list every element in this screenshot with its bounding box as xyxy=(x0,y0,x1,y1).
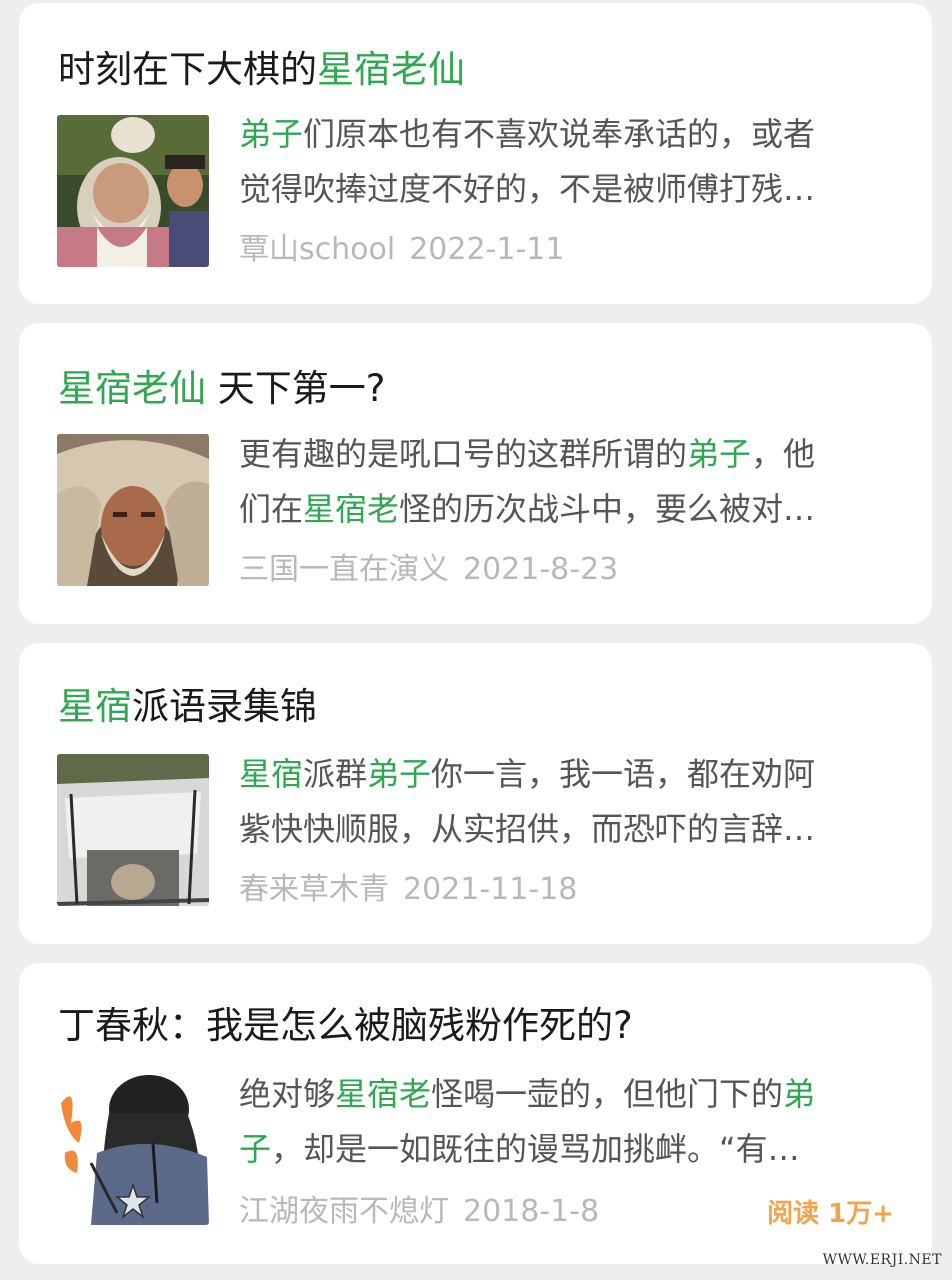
snippet-text: 派群 xyxy=(303,755,368,793)
read-count: 阅读 1万+ xyxy=(767,1199,894,1229)
author-name[interactable]: 春来草木青 xyxy=(239,872,389,907)
title-text: 天下第一? xyxy=(206,367,386,410)
snippet-keyword: 星宿老 xyxy=(335,1075,432,1113)
snippet-text: 们原本也有不喜欢说奉承话的，或者 xyxy=(303,115,816,153)
article-card[interactable]: 丁春秋：我是怎么被脑残粉作死的? 绝对够星宿老怪喝一壶的，但他门下的弟 子，却是… xyxy=(19,963,932,1264)
article-thumbnail[interactable] xyxy=(57,115,209,267)
article-card[interactable]: 星宿老仙 天下第一? 更有趣的是吼口号的这群所谓的弟子，他 们在星宿老怪的历次战… xyxy=(19,323,932,624)
article-meta: 三国一直在演义 2021-8-23 xyxy=(239,550,618,590)
snippet-text: 更有趣的是吼口号的这群所谓的 xyxy=(239,435,688,473)
snippet-text: ，他 xyxy=(751,435,816,473)
snippet-line: 弟子们原本也有不喜欢说奉承话的，或者 xyxy=(239,107,889,162)
snippet-line: 觉得吹捧过度不好的，不是被师傅打残… xyxy=(239,170,816,208)
title-text: 派语录集锦 xyxy=(132,685,317,728)
author-name[interactable]: 三国一直在演义 xyxy=(239,552,449,587)
snippet-keyword: 弟 xyxy=(783,1075,816,1113)
publish-date: 2021-11-18 xyxy=(403,872,578,907)
article-thumbnail[interactable] xyxy=(57,754,209,906)
article-snippet: 更有趣的是吼口号的这群所谓的弟子，他 们在星宿老怪的历次战斗中，要么被对… xyxy=(239,427,889,537)
snippet-line: 子，却是一如既往的谩骂加挑衅。“有… xyxy=(239,1122,889,1177)
snippet-line: 绝对够星宿老怪喝一壶的，但他门下的弟 xyxy=(239,1067,889,1122)
snippet-text: ，却是一如既往的谩骂加挑衅。“有… xyxy=(271,1130,800,1168)
snippet-line: 紫快快顺服，从实招供，而恐吓的言辞… xyxy=(239,810,816,848)
title-keyword: 星宿 xyxy=(58,685,132,728)
article-thumbnail[interactable] xyxy=(57,1073,209,1225)
title-keyword: 星宿老仙 xyxy=(317,48,465,91)
snippet-line: 更有趣的是吼口号的这群所谓的弟子，他 xyxy=(239,427,889,482)
article-snippet: 弟子们原本也有不喜欢说奉承话的，或者 觉得吹捧过度不好的，不是被师傅打残… xyxy=(239,107,889,217)
article-snippet: 绝对够星宿老怪喝一壶的，但他门下的弟 子，却是一如既往的谩骂加挑衅。“有… xyxy=(239,1067,889,1177)
article-meta: 春来草木青 2021-11-18 xyxy=(239,870,577,910)
snippet-line: 星宿派群弟子你一言，我一语，都在劝阿 xyxy=(239,747,889,802)
article-title[interactable]: 丁春秋：我是怎么被脑残粉作死的? xyxy=(58,1002,633,1050)
snippet-text: 们在 xyxy=(239,490,304,528)
publish-date: 2021-8-23 xyxy=(463,552,619,587)
article-title[interactable]: 星宿派语录集锦 xyxy=(58,683,317,731)
article-thumbnail[interactable] xyxy=(57,434,209,586)
snippet-keyword: 子 xyxy=(239,1130,272,1168)
snippet-keyword: 弟子 xyxy=(367,755,432,793)
snippet-keyword: 弟子 xyxy=(687,435,752,473)
title-text: 时刻在下大棋的 xyxy=(58,48,317,91)
title-text: 丁春秋：我是怎么被脑残粉作死的? xyxy=(58,1004,633,1047)
article-title[interactable]: 时刻在下大棋的星宿老仙 xyxy=(58,46,465,94)
article-title[interactable]: 星宿老仙 天下第一? xyxy=(58,365,385,413)
title-keyword: 星宿老仙 xyxy=(58,367,206,410)
snippet-keyword: 弟子 xyxy=(239,115,304,153)
article-meta: 江湖夜雨不熄灯 2018-1-8 xyxy=(239,1192,599,1232)
publish-date: 2018-1-8 xyxy=(463,1194,600,1229)
author-name[interactable]: 江湖夜雨不熄灯 xyxy=(239,1194,449,1229)
author-name[interactable]: 覃山school xyxy=(239,232,395,267)
snippet-text: 你一言，我一语，都在劝阿 xyxy=(431,755,816,793)
snippet-keyword: 星宿 xyxy=(239,755,304,793)
snippet-line: 们在星宿老怪的历次战斗中，要么被对… xyxy=(239,482,889,537)
snippet-text: 绝对够 xyxy=(239,1075,336,1113)
publish-date: 2022-1-11 xyxy=(409,232,565,267)
article-card[interactable]: 时刻在下大棋的星宿老仙 弟子们原本也有不喜欢说奉承话的，或者 觉得吹捧过度不好的… xyxy=(19,3,932,304)
article-snippet: 星宿派群弟子你一言，我一语，都在劝阿 紫快快顺服，从实招供，而恐吓的言辞… xyxy=(239,747,889,857)
site-watermark: WWW.ERJI.NET xyxy=(822,1252,942,1268)
snippet-text: 怪喝一壶的，但他门下的 xyxy=(431,1075,784,1113)
article-meta: 覃山school 2022-1-11 xyxy=(239,230,564,270)
article-card[interactable]: 星宿派语录集锦 星宿派群弟子你一言，我一语，都在劝阿 紫快快顺服，从实招供，而恐… xyxy=(19,643,932,944)
snippet-text: 怪的历次战斗中，要么被对… xyxy=(399,490,816,528)
snippet-keyword: 星宿老 xyxy=(303,490,400,528)
